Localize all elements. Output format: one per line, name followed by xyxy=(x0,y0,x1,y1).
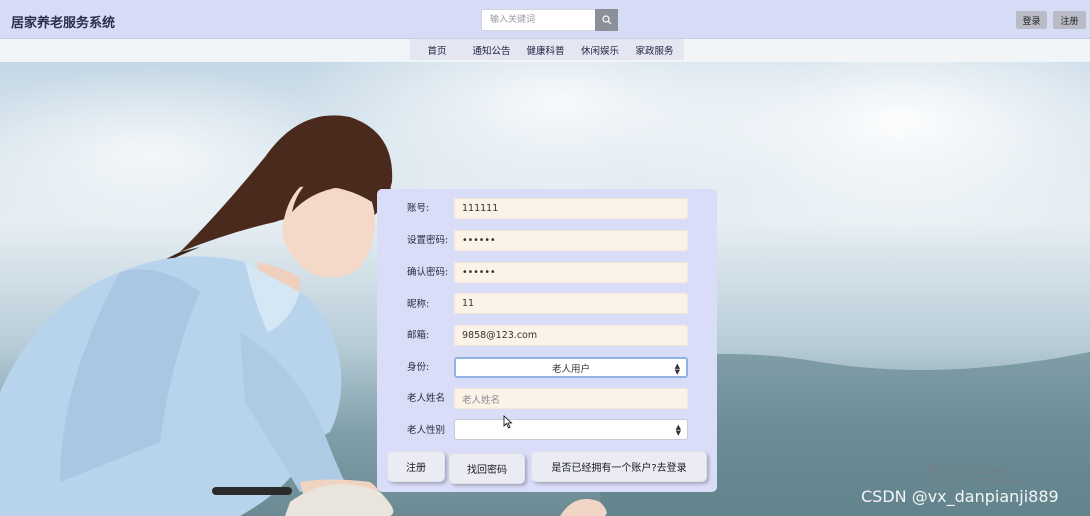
elder-gender-label: 老人性别 xyxy=(407,425,446,436)
elder-name-input[interactable]: 老人姓名 xyxy=(454,388,688,409)
nav-bar: 首页 通知公告 健康科普 休闲娱乐 家政服务 xyxy=(0,39,1090,62)
account-input[interactable]: 111111 xyxy=(454,198,688,219)
nav-item-notices[interactable]: 通知公告 xyxy=(464,43,519,57)
confirm-password-label: 确认密码: xyxy=(407,267,449,278)
site-title: 居家养老服务系统 xyxy=(11,16,116,31)
email-label: 邮箱: xyxy=(407,330,430,341)
windows-activate-hint: 转到"设置"以激活 Windows。 xyxy=(925,477,1035,486)
nickname-label: 昵称: xyxy=(407,299,430,310)
select-arrows-icon: ▲ ▼ xyxy=(674,362,680,376)
select-arrows-icon: ▲ ▼ xyxy=(675,423,681,437)
account-label: 账号: xyxy=(407,203,430,214)
top-header: 居家养老服务系统 登录 注册 xyxy=(0,0,1090,39)
csdn-watermark: CSDN @vx_danpianji889 xyxy=(861,487,1059,506)
nav-menu: 首页 通知公告 健康科普 休闲娱乐 家政服务 xyxy=(410,39,684,60)
password-input[interactable]: •••••• xyxy=(454,230,688,251)
nav-item-leisure[interactable]: 休闲娱乐 xyxy=(572,43,628,57)
email-input[interactable]: 9858@123.com xyxy=(454,325,688,346)
elder-name-label: 老人姓名 xyxy=(407,393,446,404)
identity-select[interactable]: 老人用户 ▲ ▼ xyxy=(454,357,688,378)
mouse-cursor-icon xyxy=(503,415,513,429)
register-submit-button[interactable]: 注册 xyxy=(387,451,445,482)
identity-select-value: 老人用户 xyxy=(551,363,590,375)
search-bar xyxy=(481,9,618,31)
login-button[interactable]: 登录 xyxy=(1016,11,1047,29)
find-password-button[interactable]: 找回密码 xyxy=(449,453,525,484)
go-login-button[interactable]: 是否已经拥有一个账户?去登录 xyxy=(531,451,707,482)
register-button[interactable]: 注册 xyxy=(1053,11,1086,29)
confirm-password-input[interactable]: •••••• xyxy=(454,262,688,283)
search-icon xyxy=(601,15,611,25)
password-label: 设置密码: xyxy=(407,235,449,246)
identity-label: 身份: xyxy=(407,362,430,373)
search-input[interactable] xyxy=(481,9,595,31)
nav-item-health[interactable]: 健康科普 xyxy=(519,43,572,57)
elder-gender-select[interactable]: ▲ ▼ xyxy=(454,419,688,440)
nav-item-housekeeping[interactable]: 家政服务 xyxy=(628,43,681,57)
register-form: 账号: 111111 设置密码: •••••• 确认密码: •••••• 昵称:… xyxy=(377,189,717,492)
nav-item-home[interactable]: 首页 xyxy=(410,43,464,57)
nickname-input[interactable]: 11 xyxy=(454,293,688,314)
search-button[interactable] xyxy=(595,9,618,31)
